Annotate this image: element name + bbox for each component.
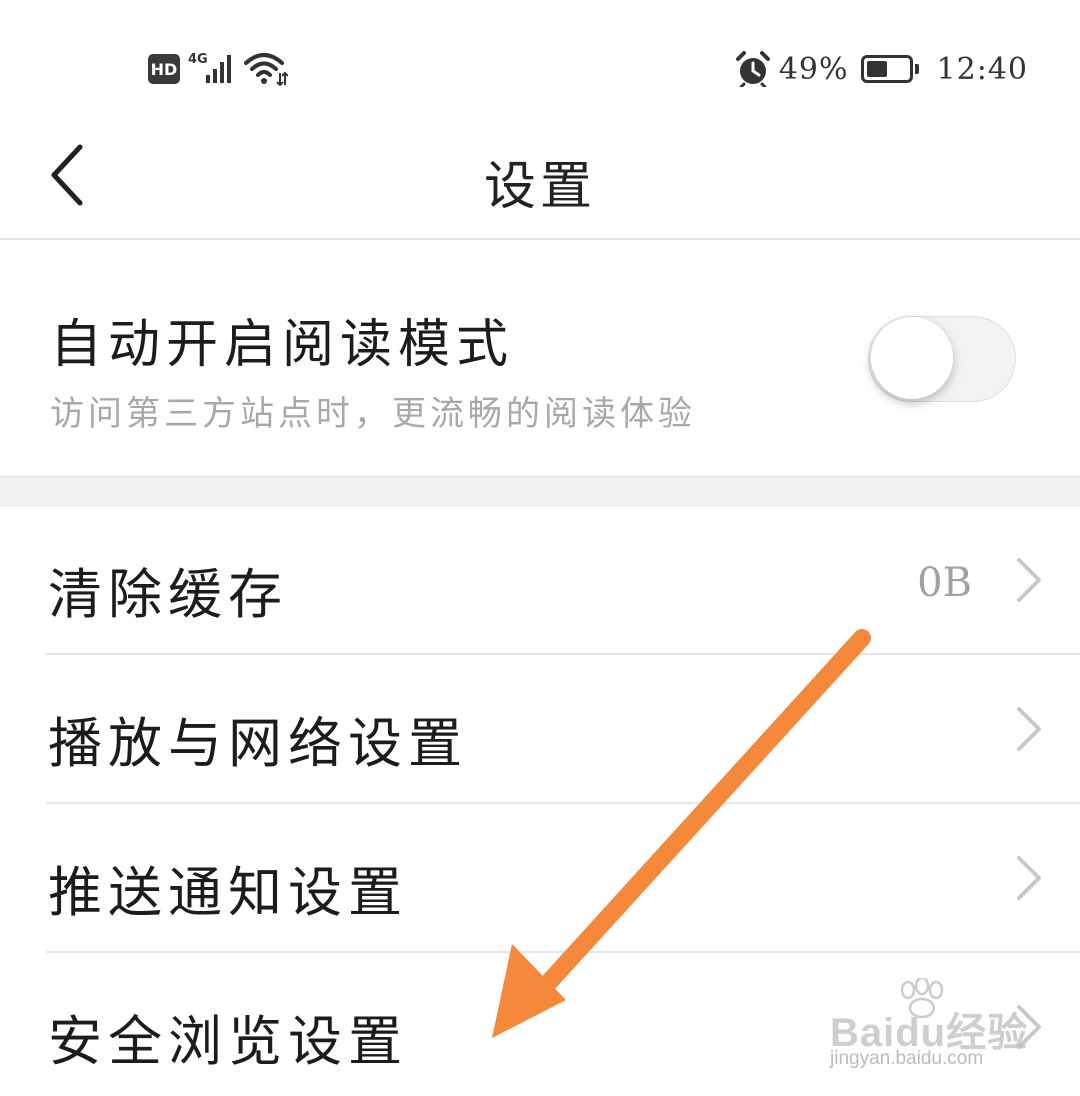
chevron-right-icon: [1017, 558, 1041, 602]
chevron-right-icon: [1017, 707, 1041, 751]
alarm-icon: [735, 51, 770, 87]
section-divider: [0, 476, 1080, 506]
toggle-knob: [871, 317, 953, 399]
hd-icon: HD: [148, 54, 180, 84]
playback-network-settings-item[interactable]: 播放与网络设置: [0, 655, 1080, 804]
settings-list: 清除缓存 0B 播放与网络设置 推送通知设置 安全浏览设置: [0, 506, 1080, 1096]
network-type-label: 4G: [188, 52, 208, 67]
clear-cache-item[interactable]: 清除缓存 0B: [0, 506, 1080, 655]
battery-percentage: 49%: [778, 51, 849, 87]
list-item-label: 清除缓存: [48, 563, 288, 626]
list-item-label: 播放与网络设置: [48, 712, 468, 775]
signal-icon: 4G: [188, 52, 231, 83]
chevron-right-icon: [1017, 856, 1041, 900]
status-time: 12:40: [936, 51, 1028, 87]
reading-mode-toggle[interactable]: [868, 316, 1016, 402]
cache-size-value: 0B: [917, 560, 972, 606]
wifi-icon: [244, 53, 288, 87]
list-item-label: 推送通知设置: [48, 861, 408, 924]
battery-level: [866, 61, 887, 77]
reading-mode-row: 自动开启阅读模式 访问第三方站点时，更流畅的阅读体验: [0, 240, 1080, 476]
reading-mode-title: 自动开启阅读模式: [50, 315, 515, 375]
list-item-label: 安全浏览设置: [48, 1010, 408, 1073]
push-notification-settings-item[interactable]: 推送通知设置: [0, 804, 1080, 953]
page-header: 设置: [0, 120, 1080, 240]
battery-icon: [860, 55, 919, 83]
chevron-right-icon: [1017, 1005, 1041, 1049]
status-bar-left: HD 4G: [148, 44, 288, 94]
reading-mode-subtitle: 访问第三方站点时，更流畅的阅读体验: [50, 394, 696, 434]
status-bar: HD 4G 49% 12:40: [0, 0, 1080, 120]
page-title: 设置: [483, 157, 596, 217]
status-bar-right: 49% 12:40: [735, 44, 1028, 94]
safe-browsing-settings-item[interactable]: 安全浏览设置: [0, 953, 1080, 1096]
settings-screen: HD 4G 49% 12:40 设置 自动开启阅读模式 访问第三方站点时，更流畅…: [0, 0, 1080, 1096]
